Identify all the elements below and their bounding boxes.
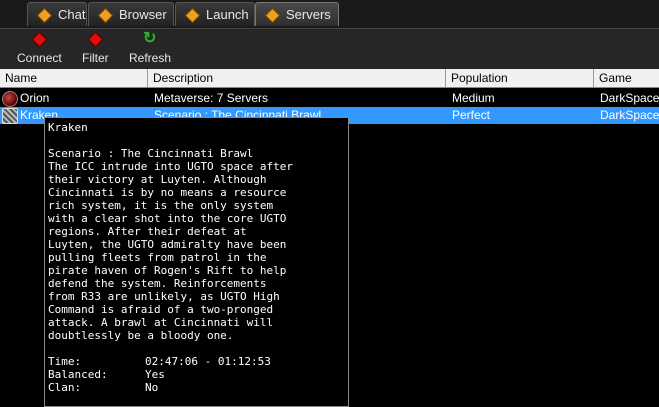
column-header-description[interactable]: Description [148, 69, 446, 87]
diamond-icon [99, 9, 111, 21]
column-header-name[interactable]: Name [0, 69, 148, 87]
tooltip-line: from R33 are unlikely, as UGTO High [48, 290, 280, 303]
column-header-population[interactable]: Population [446, 69, 594, 87]
server-name: Orion [20, 91, 50, 105]
connect-button[interactable]: Connect [17, 31, 62, 65]
connect-label: Connect [17, 51, 62, 65]
refresh-button[interactable]: Refresh [129, 28, 172, 65]
tooltip-line: Command is afraid of a two-pronged [48, 303, 274, 316]
toolbar: Connect Filter Refresh [0, 28, 659, 69]
tab-chat[interactable]: Chat [27, 2, 87, 26]
tab-browser[interactable]: Browser [88, 2, 174, 26]
tooltip-line: pirate haven of Rogen's Rift to help [48, 264, 287, 277]
tab-label: Servers [286, 7, 331, 22]
server-scenario-icon [2, 108, 18, 124]
filter-button[interactable]: Filter [82, 31, 109, 65]
column-header-game[interactable]: Game [594, 69, 659, 87]
filter-icon [87, 31, 103, 47]
table-header: Name Description Population Game [0, 69, 659, 88]
tooltip-line: attack. A brawl at Cincinnati will [48, 316, 274, 329]
time-value: 02:47:06 - 01:12:53 [145, 355, 271, 368]
tooltip-clan-row: Clan: No [48, 381, 348, 394]
tab-launch[interactable]: Launch [175, 2, 255, 26]
table-row[interactable]: Orion Metaverse: 7 Servers Medium DarkSp… [0, 90, 659, 107]
diamond-icon [38, 9, 50, 21]
server-game: DarkSpace [600, 108, 659, 122]
tooltip-scenario: Scenario : The Cincinnati Brawl [48, 147, 254, 160]
diamond-icon [186, 9, 198, 21]
balanced-value: Yes [145, 368, 165, 381]
tooltip-balanced-row: Balanced: Yes [48, 368, 348, 381]
clan-label: Clan: [48, 381, 82, 394]
server-population: Medium [452, 91, 495, 105]
tooltip-line: Cincinnati is by no means a resource [48, 186, 287, 199]
tooltip-line: rich system, it is the only system [48, 199, 274, 212]
tooltip-title: Kraken [48, 121, 88, 134]
server-game: DarkSpace [600, 91, 659, 105]
tooltip-time-row: Time: 02:47:06 - 01:12:53 [48, 355, 348, 368]
tooltip-line: doubtlessly be a bloody one. [48, 329, 234, 342]
tooltip-line: Luyten, the UGTO admiralty have been [48, 238, 287, 251]
refresh-icon [142, 28, 158, 48]
diamond-icon [266, 9, 278, 21]
tooltip-line: with a clear shot into the core UGTO [48, 212, 287, 225]
time-label: Time: [48, 355, 82, 368]
connect-icon [31, 31, 47, 47]
tab-label: Chat [58, 7, 86, 22]
clan-value: No [145, 381, 159, 394]
tooltip-line: their victory at Luyten. Although [48, 173, 267, 186]
server-population: Perfect [452, 108, 491, 122]
filter-label: Filter [82, 51, 109, 65]
refresh-label: Refresh [129, 51, 172, 65]
tooltip-line: defend the system. Reinforcements [48, 277, 267, 290]
balanced-label: Balanced: [48, 368, 108, 381]
tab-strip: Chat Browser Launch Servers [0, 0, 659, 28]
tooltip-line: The ICC intrude into UGTO space after [48, 160, 294, 173]
tooltip-line: pulling fleets from patrol in the [48, 251, 267, 264]
tab-label: Launch [206, 7, 249, 22]
server-description: Metaverse: 7 Servers [154, 91, 269, 105]
server-tooltip: Kraken Scenario : The Cincinnati Brawl T… [44, 117, 349, 407]
server-globe-icon [2, 91, 18, 107]
tab-label: Browser [119, 7, 167, 22]
tooltip-line: regions. After their defeat at [48, 225, 247, 238]
tab-servers[interactable]: Servers [255, 2, 339, 26]
